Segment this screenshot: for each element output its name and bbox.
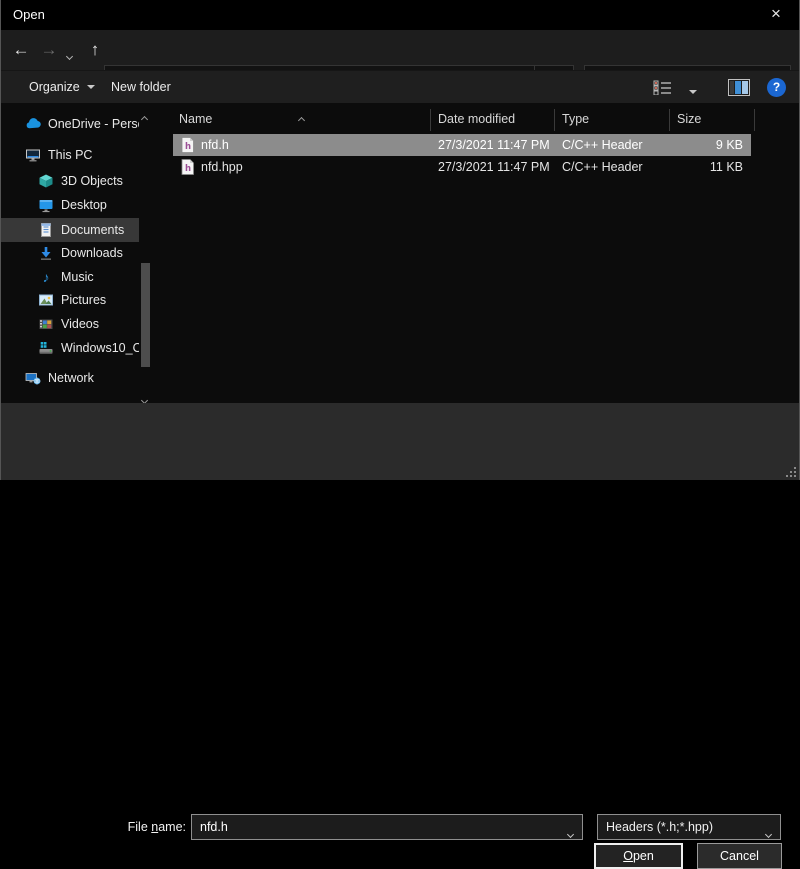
- navigation-bar: ← → ↑ « GitHub nativefiledialog src incl…: [1, 30, 799, 70]
- drive-icon: [38, 340, 54, 356]
- preview-pane-icon[interactable]: [728, 79, 750, 101]
- network-icon: [25, 370, 41, 386]
- column-divider[interactable]: [669, 109, 670, 131]
- history-chevron-icon[interactable]: [67, 46, 72, 64]
- svg-text:h: h: [185, 164, 191, 174]
- sidebar-item-windows10-os[interactable]: Windows10_OS (: [1, 336, 139, 360]
- up-icon[interactable]: ↑: [83, 30, 107, 70]
- desktop-icon: [38, 197, 54, 213]
- back-icon[interactable]: ←: [9, 30, 33, 70]
- toolbar: Organize New folder ?: [1, 70, 799, 103]
- 3d-cube-icon: [38, 173, 54, 189]
- chevron-down-icon: [87, 85, 95, 89]
- file-name-input[interactable]: [192, 815, 582, 839]
- file-name-label: File name:: [96, 814, 186, 840]
- sidebar-item-this-pc[interactable]: This PC: [1, 143, 139, 167]
- file-row-nfd-hpp[interactable]: h nfd.hpp 27/3/2021 11:47 PM C/C++ Heade…: [173, 156, 751, 178]
- pictures-icon: [38, 292, 54, 308]
- sidebar-item-documents[interactable]: Documents: [1, 218, 139, 242]
- file-type-value: Headers (*.h;*.hpp): [598, 815, 780, 839]
- file-row-nfd-h[interactable]: h nfd.h 27/3/2021 11:47 PM C/C++ Header …: [173, 134, 751, 156]
- file-list: Name Date modified Type Size h nfd.h 27/…: [169, 103, 800, 403]
- new-folder-button[interactable]: New folder: [111, 71, 171, 104]
- documents-icon: [38, 222, 54, 238]
- file-name-combobox: [191, 814, 583, 840]
- main-area: OneDrive - Persor This PC 3D Objects Des…: [1, 103, 799, 403]
- svg-text:h: h: [185, 142, 191, 152]
- sidebar-item-videos[interactable]: Videos: [1, 312, 139, 336]
- sidebar-item-music[interactable]: ♪ Music: [1, 265, 139, 289]
- sidebar-item-network[interactable]: Network: [1, 366, 139, 390]
- sidebar-scrollbar-thumb[interactable]: [141, 263, 150, 367]
- column-header-date-modified[interactable]: Date modified: [438, 105, 515, 133]
- open-dialog-window: Open × ← → ↑ « GitHub nativefiledialog s…: [0, 0, 800, 480]
- sort-ascending-icon: [299, 110, 304, 128]
- details-view-icon[interactable]: [653, 80, 672, 100]
- sidebar: OneDrive - Persor This PC 3D Objects Des…: [1, 103, 169, 403]
- column-header-size[interactable]: Size: [677, 105, 701, 133]
- view-options-chevron-icon[interactable]: [689, 83, 697, 101]
- column-divider[interactable]: [430, 109, 431, 131]
- open-button[interactable]: Open: [594, 843, 683, 869]
- header-file-icon: h: [181, 159, 194, 181]
- forward-icon[interactable]: →: [37, 30, 61, 70]
- file-name-dropdown-icon[interactable]: [568, 824, 573, 842]
- file-type-dropdown-icon: [766, 824, 771, 842]
- titlebar: Open ×: [1, 0, 799, 30]
- music-note-icon: ♪: [38, 269, 54, 285]
- column-divider[interactable]: [754, 109, 755, 131]
- help-icon[interactable]: ?: [767, 78, 786, 97]
- sidebar-item-pictures[interactable]: Pictures: [1, 288, 139, 312]
- onedrive-cloud-icon: [25, 116, 41, 132]
- resize-grip[interactable]: [784, 465, 796, 477]
- sidebar-item-onedrive[interactable]: OneDrive - Persor: [1, 112, 139, 136]
- column-divider[interactable]: [554, 109, 555, 131]
- downloads-icon: [38, 245, 54, 261]
- footer-panel: File name: Headers (*.h;*.hpp) Open Canc…: [1, 403, 799, 480]
- file-type-select[interactable]: Headers (*.h;*.hpp): [597, 814, 781, 840]
- close-icon[interactable]: ×: [753, 0, 799, 30]
- videos-icon: [38, 316, 54, 332]
- column-header-name[interactable]: Name: [179, 105, 212, 133]
- column-header-type[interactable]: Type: [562, 105, 589, 133]
- sidebar-scroll-up-icon[interactable]: [142, 109, 147, 127]
- sidebar-item-desktop[interactable]: Desktop: [1, 193, 139, 217]
- cancel-button[interactable]: Cancel: [697, 843, 782, 869]
- window-title: Open: [13, 0, 45, 30]
- this-pc-icon: [25, 147, 41, 163]
- sidebar-item-downloads[interactable]: Downloads: [1, 241, 139, 265]
- sidebar-item-3d-objects[interactable]: 3D Objects: [1, 169, 139, 193]
- organize-button[interactable]: Organize: [29, 71, 95, 104]
